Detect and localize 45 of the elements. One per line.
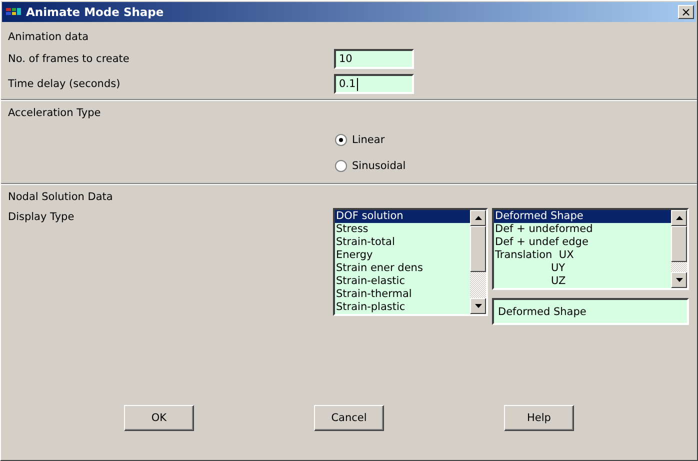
input-field[interactable]: 10 <box>334 49 414 69</box>
window-title: Animate Mode Shape <box>26 5 165 19</box>
list-item[interactable]: Deformed Shape <box>494 210 671 223</box>
dialog-button[interactable]: Help <box>504 405 574 431</box>
list-item[interactable]: DOF solution <box>335 210 470 223</box>
field-label: No. of frames to create <box>8 53 130 65</box>
scroll-thumb[interactable] <box>671 226 687 262</box>
section-heading: Nodal Solution Data <box>8 191 114 205</box>
scrollbar[interactable] <box>671 210 687 288</box>
scroll-down-button[interactable] <box>470 298 486 314</box>
dialog-button[interactable]: Cancel <box>314 405 384 431</box>
list-item[interactable]: Strain-total <box>335 236 470 249</box>
down-arrow-icon <box>474 304 482 308</box>
list-item[interactable]: Translation UX <box>494 249 671 262</box>
selection-field[interactable]: Deformed Shape <box>492 298 689 325</box>
radio-label[interactable]: Sinusoidal <box>352 160 406 172</box>
list-item[interactable]: Strain-elastic <box>335 275 470 288</box>
list-item[interactable]: Energy <box>335 249 470 262</box>
scrollbar[interactable] <box>470 210 486 314</box>
scroll-down-button[interactable] <box>671 272 687 288</box>
list-item[interactable]: Def + undeformed <box>494 223 671 236</box>
input-field[interactable]: 0.1 <box>334 74 414 94</box>
list-item[interactable]: Strain-plastic <box>335 301 470 314</box>
list-item[interactable]: Stress <box>335 223 470 236</box>
section-heading: Animation data <box>8 31 90 45</box>
field-label: Display Type <box>8 211 76 223</box>
app-icon <box>6 7 22 17</box>
radio-label[interactable]: Linear <box>352 134 385 146</box>
radio-button[interactable] <box>335 134 347 146</box>
dialog-button[interactable]: OK <box>124 405 194 431</box>
list-item[interactable]: UZ <box>494 275 671 288</box>
up-arrow-icon <box>676 216 682 220</box>
section-heading: Acceleration Type <box>8 107 102 121</box>
scroll-thumb[interactable] <box>470 226 486 272</box>
list-item[interactable]: Def + undef edge <box>494 236 671 249</box>
list-item[interactable]: Strain ener dens <box>335 262 470 275</box>
down-arrow-icon <box>676 278 682 282</box>
scroll-up-button[interactable] <box>671 210 687 226</box>
list-item[interactable]: UY <box>494 262 671 275</box>
list-item[interactable]: Strain-thermal <box>335 288 470 301</box>
close-button[interactable]: × <box>678 5 694 19</box>
up-arrow-icon <box>474 216 482 220</box>
field-label: Time delay (seconds) <box>8 78 122 90</box>
radio-button[interactable] <box>335 160 347 172</box>
scroll-up-button[interactable] <box>470 210 486 226</box>
